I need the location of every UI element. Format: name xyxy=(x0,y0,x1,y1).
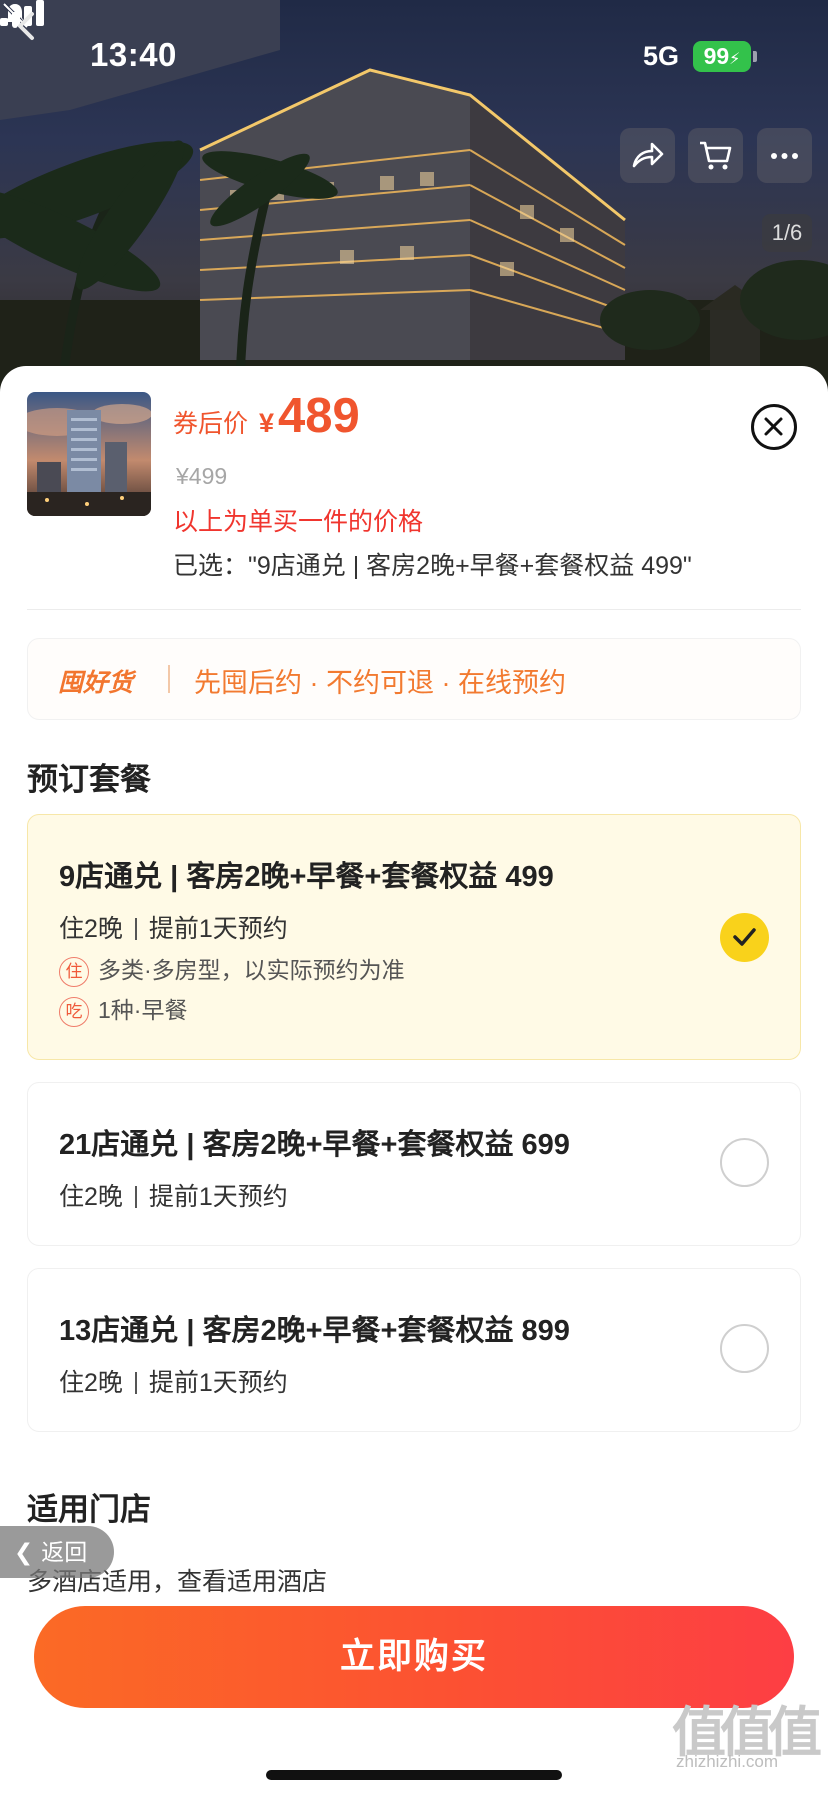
selected-variant: 已选："9店通兑 | 客房2晚+早餐+套餐权益 499" xyxy=(173,552,692,580)
charging-bolt-icon: ⚡ xyxy=(729,51,741,68)
package-subtitle: 住2晚 提前1天预约 xyxy=(59,1363,288,1399)
package-advance: 提前1天预约 xyxy=(148,1183,288,1211)
price-label: 券后价 xyxy=(173,410,249,438)
stay-badge: 住 xyxy=(59,957,89,987)
home-indicator xyxy=(266,1770,562,1780)
sku-selector-sheet: 券后价 ¥489 ¥499 以上为单买一件的价格 已选："9店通兑 | 客房2晚… xyxy=(0,366,828,1795)
promo-text: 先囤后约 · 不约可退 · 在线预约 xyxy=(194,668,566,698)
promo-separator xyxy=(168,665,170,693)
original-price: ¥499 xyxy=(176,463,228,489)
promo-banner: 囤好货 先囤后约 · 不约可退 · 在线预约 xyxy=(27,638,801,720)
checkmark-icon xyxy=(733,928,756,946)
package-meal-info: 吃 1种·早餐 xyxy=(59,991,187,1027)
back-pill-label: 返回 xyxy=(41,1539,88,1565)
package-subtitle: 住2晚 提前1天预约 xyxy=(59,909,288,945)
package-stay-info: 住多类·多房型，以实际预约为准 xyxy=(59,951,405,987)
product-thumbnail xyxy=(27,392,151,516)
currency-symbol: ¥ xyxy=(259,408,275,438)
price-value: 489 xyxy=(278,389,360,443)
watermark-url: zhizhizhi.com xyxy=(676,1752,779,1771)
close-button[interactable] xyxy=(751,404,797,450)
cart-icon xyxy=(700,141,732,170)
cart-button[interactable] xyxy=(688,128,743,183)
battery-tip xyxy=(753,51,757,62)
chevron-left-icon: ❮ xyxy=(14,1539,34,1565)
back-arrow-icon[interactable] xyxy=(0,0,52,52)
back-pill-button[interactable]: ❮ 返回 xyxy=(0,1526,114,1578)
separator-bar xyxy=(134,1186,137,1208)
package-option[interactable]: 9店通兑 | 客房2晚+早餐+套餐权益 499 住2晚 提前1天预约 住多类·多房… xyxy=(27,814,801,1060)
close-icon xyxy=(764,417,783,436)
meal-text: 1种·早餐 xyxy=(98,997,188,1023)
package-radio[interactable] xyxy=(720,1324,769,1373)
package-title: 9店通兑 | 客房2晚+早餐+套餐权益 499 xyxy=(59,861,554,893)
package-nights: 住2晚 xyxy=(59,1183,123,1211)
package-radio[interactable] xyxy=(720,1138,769,1187)
package-subtitle: 住2晚 提前1天预约 xyxy=(59,1177,288,1213)
packages-section-title: 预订套餐 xyxy=(27,762,151,797)
hero-hotel-photo[interactable]: 13:40 5G 99⚡ 1/6 xyxy=(0,0,828,400)
network-label: 5G xyxy=(643,41,680,71)
image-counter: 1/6 xyxy=(762,214,812,252)
separator-bar xyxy=(134,1372,137,1394)
separator-bar xyxy=(134,918,137,940)
battery-level: 99 xyxy=(703,43,730,69)
current-price: ¥489 xyxy=(259,388,360,444)
package-nights: 住2晚 xyxy=(59,915,123,943)
more-dots-icon xyxy=(771,153,798,159)
status-time: 13:40 xyxy=(90,36,177,73)
package-option[interactable]: 13店通兑 | 客房2晚+早餐+套餐权益 899 住2晚 提前1天预约 xyxy=(27,1268,801,1432)
hotel-thumbnail-image xyxy=(27,392,151,516)
package-option[interactable]: 21店通兑 | 客房2晚+早餐+套餐权益 699 住2晚 提前1天预约 xyxy=(27,1082,801,1246)
package-title: 21店通兑 | 客房2晚+早餐+套餐权益 699 xyxy=(59,1129,570,1161)
package-nights: 住2晚 xyxy=(59,1369,123,1397)
package-title: 13店通兑 | 客房2晚+早餐+套餐权益 899 xyxy=(59,1315,570,1347)
promo-brand: 囤好货 xyxy=(58,669,134,697)
stores-section-title: 适用门店 xyxy=(27,1492,151,1527)
share-button[interactable] xyxy=(620,128,675,183)
package-advance: 提前1天预约 xyxy=(148,915,288,943)
package-advance: 提前1天预约 xyxy=(148,1369,288,1397)
stay-text: 多类·多房型，以实际预约为准 xyxy=(98,957,405,983)
divider xyxy=(27,609,801,610)
share-icon xyxy=(632,142,664,168)
status-bar: 13:40 5G 99⚡ xyxy=(0,0,828,110)
battery-indicator: 99⚡ xyxy=(693,41,751,72)
package-radio-checked[interactable] xyxy=(720,913,769,962)
price-note: 以上为单买一件的价格 xyxy=(173,508,424,536)
more-button[interactable] xyxy=(757,128,812,183)
meal-badge: 吃 xyxy=(59,997,89,1027)
